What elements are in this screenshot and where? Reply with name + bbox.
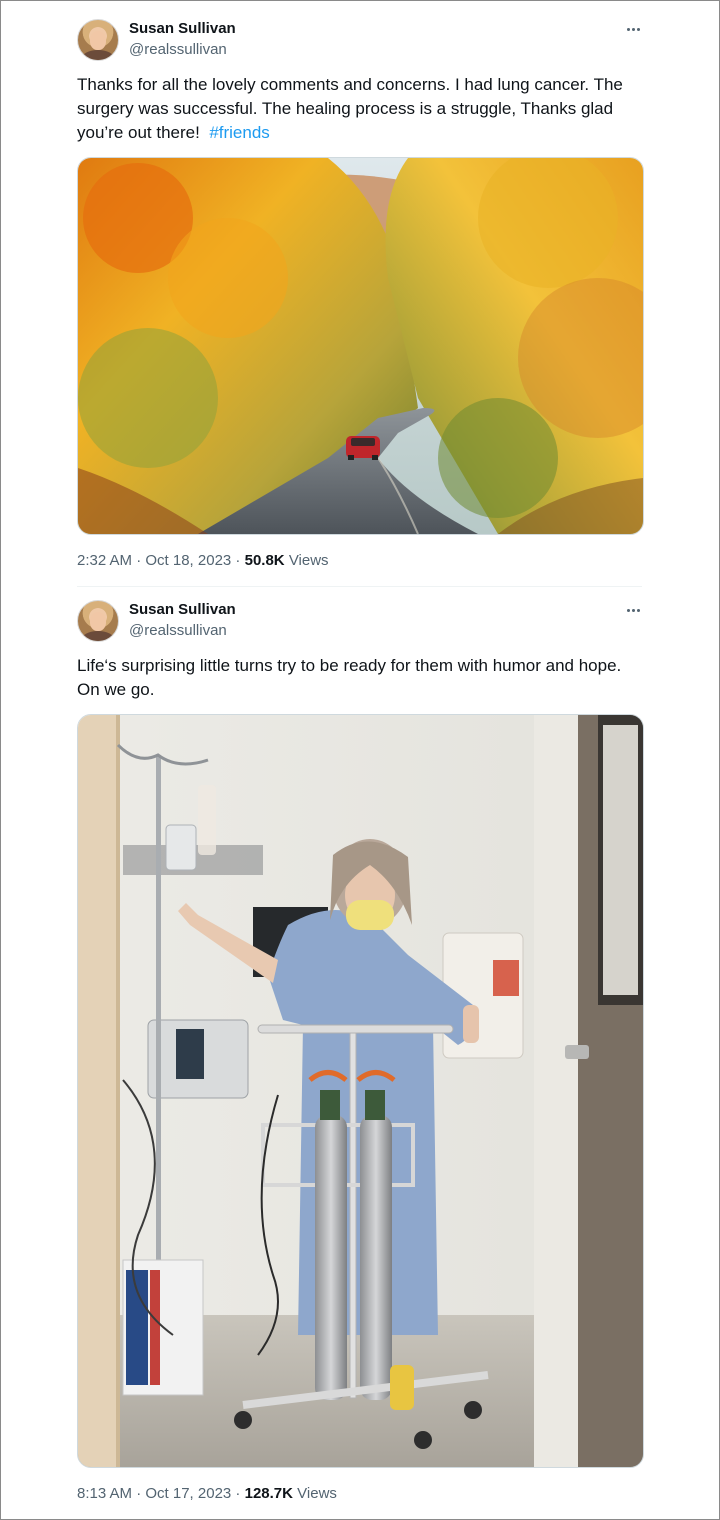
more-horizontal-icon[interactable] [620, 19, 646, 39]
author-handle[interactable]: @realssullivan [129, 41, 227, 58]
red-car [346, 436, 380, 460]
meta-separator: · [231, 552, 245, 569]
autumn-road-image [78, 158, 643, 534]
tweet-divider [77, 586, 642, 587]
timestamp[interactable]: 2:32 AM · Oct 18, 2023 [77, 552, 231, 569]
avatar[interactable] [77, 19, 119, 61]
tweet-text: Thanks for all the lovely comments and c… [77, 73, 647, 145]
author-name[interactable]: Susan Sullivan [129, 20, 236, 37]
meta-separator: · [231, 1485, 245, 1502]
tweet-text-line: Life‘s surprising little turns try to be… [77, 656, 622, 675]
tweet-text-line: On we go. [77, 680, 155, 699]
tweet-meta: 2:32 AM · Oct 18, 2023 · 50.8K Views [77, 552, 329, 569]
tweet-text-line: you’re out there! #friends [77, 123, 270, 142]
tweet-meta: 8:13 AM · Oct 17, 2023 · 128.7K Views [77, 1485, 337, 1502]
views-label: Views [288, 552, 329, 569]
timestamp[interactable]: 8:13 AM · Oct 17, 2023 [77, 1485, 231, 1502]
hashtag-link[interactable]: #friends [209, 123, 269, 142]
tweet-text: Life‘s surprising little turns try to be… [77, 654, 647, 702]
tweet-text-line: Thanks for all the lovely comments and c… [77, 75, 623, 94]
more-horizontal-icon[interactable] [620, 600, 646, 620]
tweet-text-line: surgery was successful. The healing proc… [77, 99, 614, 118]
author-name[interactable]: Susan Sullivan [129, 601, 236, 618]
views-count: 128.7K [244, 1485, 293, 1502]
views-count: 50.8K [244, 552, 285, 569]
tweet-photo[interactable] [77, 714, 644, 1468]
avatar[interactable] [77, 600, 119, 642]
tweet-photo[interactable] [77, 157, 644, 535]
views-label: Views [297, 1485, 337, 1502]
author-handle[interactable]: @realssullivan [129, 622, 227, 639]
hospital-image [78, 715, 643, 1467]
